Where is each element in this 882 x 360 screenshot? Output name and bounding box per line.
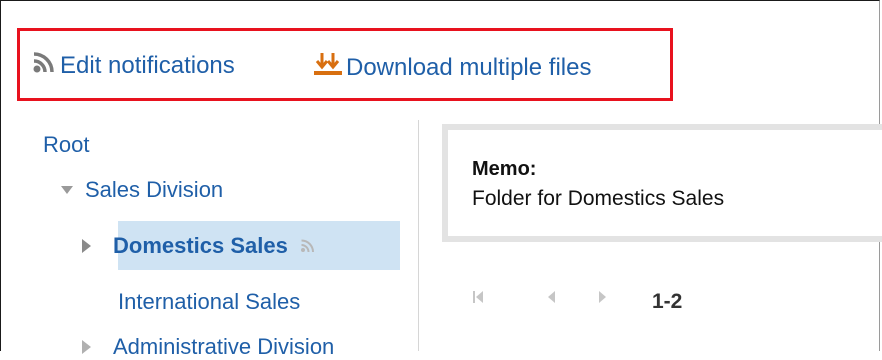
download-multiple-files-label: Download multiple files <box>346 53 592 81</box>
tree-item-root[interactable]: Root <box>43 132 89 158</box>
memo-box <box>442 124 882 242</box>
collapse-icon[interactable] <box>61 186 73 194</box>
notification-icon <box>300 233 316 259</box>
edit-notifications-label: Edit notifications <box>60 51 235 79</box>
tree-item-sales-division-label: Sales Division <box>85 177 224 202</box>
tree-item-domestics-sales-label: Domestics Sales <box>113 233 288 258</box>
previous-page-icon[interactable] <box>546 288 558 311</box>
page-range: 1-2 <box>652 290 683 313</box>
expand-icon[interactable] <box>82 239 91 253</box>
tree-item-administrative-division-label: Administrative Division <box>113 334 335 359</box>
memo-label: Memo: <box>472 158 537 180</box>
tree-item-sales-division[interactable]: Sales Division <box>61 177 223 203</box>
notification-icon <box>32 50 58 81</box>
tree-item-international-sales-label: International Sales <box>118 289 301 314</box>
tree-item-root-label: Root <box>43 132 90 157</box>
download-icon <box>312 50 344 85</box>
tree-item-domestics-sales[interactable]: Domestics Sales <box>82 233 316 259</box>
download-multiple-files-link[interactable]: Download multiple files <box>312 50 591 85</box>
edit-notifications-link[interactable]: Edit notifications <box>32 50 235 81</box>
next-page-icon[interactable] <box>596 288 608 311</box>
memo-text: Folder for Domestics Sales <box>472 187 725 210</box>
tree-item-international-sales[interactable]: International Sales <box>118 289 300 315</box>
expand-icon[interactable] <box>82 340 91 354</box>
first-page-icon[interactable] <box>472 288 486 311</box>
tree-item-administrative-division[interactable]: Administrative Division <box>82 334 334 360</box>
